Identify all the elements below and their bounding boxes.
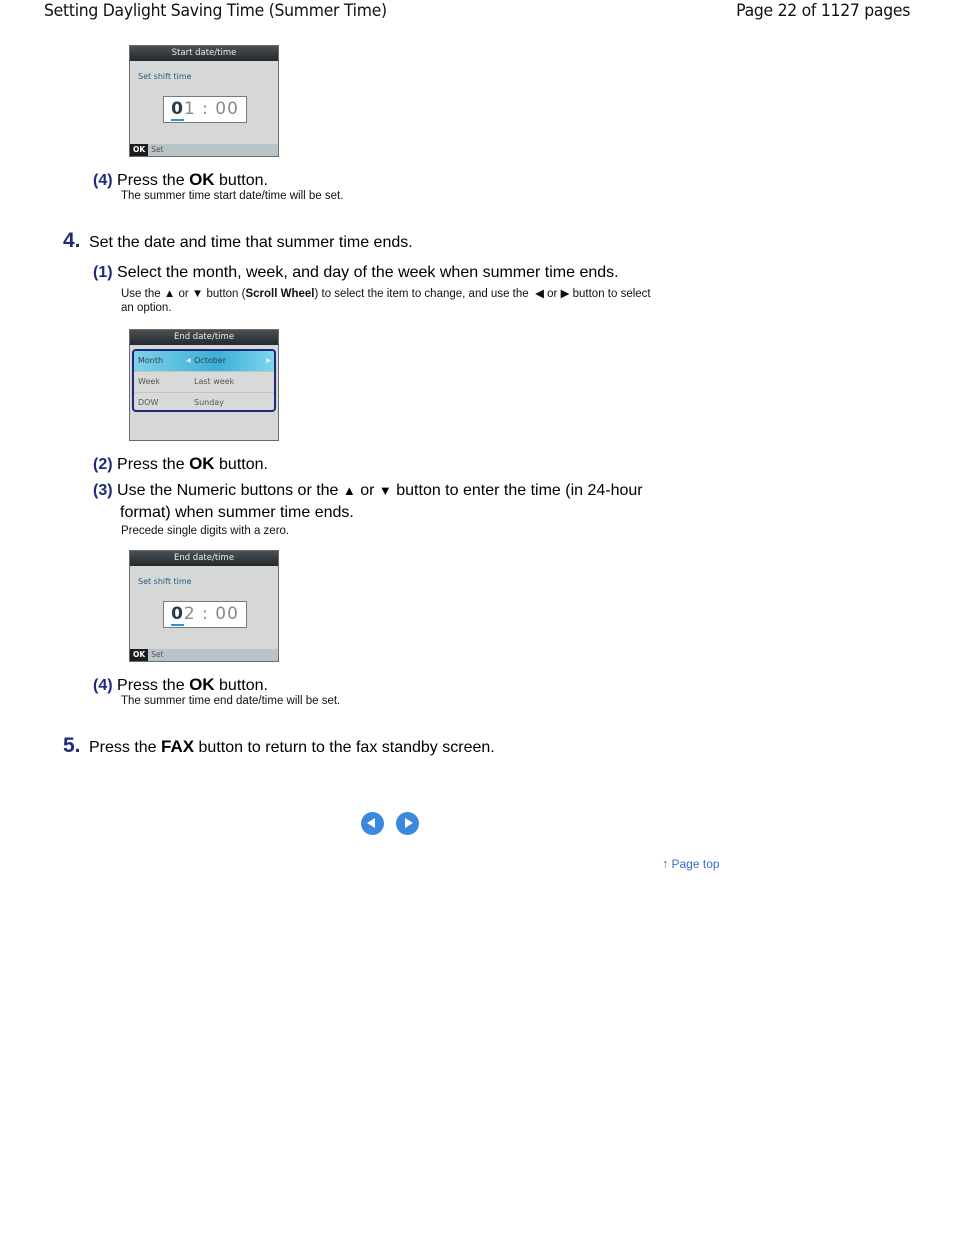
ok-key-label: OK [189, 675, 215, 694]
next-page-icon [405, 818, 413, 828]
ok-key-icon: OK [130, 144, 149, 156]
row-key: Month [138, 356, 164, 365]
down-arrow-icon: ▼ [191, 288, 204, 300]
list-item-month: Month ◀ October ▶ [134, 351, 274, 372]
row-key: DOW [138, 398, 159, 407]
time-field: 02 : 00 [163, 601, 247, 628]
substep-number: (4) [93, 677, 113, 694]
substep-number: (3) [93, 482, 113, 499]
substep-note: The summer time start date/time will be … [121, 190, 344, 202]
substep-note-cont: an option. [121, 302, 172, 314]
right-arrow-icon: ▶ [560, 288, 570, 300]
note-text: button to select [572, 288, 651, 300]
hour-cursor-digit: 0 [171, 99, 184, 121]
substep-text-end: button. [219, 172, 268, 189]
lcd-title: Start date/time [130, 46, 278, 61]
substep-text: Press the [117, 172, 185, 189]
row-value: Last week [194, 377, 235, 386]
substep-4-start: (4) Press the OK button. [93, 170, 268, 190]
substep-note: The summer time end date/time will be se… [121, 695, 341, 707]
lcd-footer: OK Set [130, 649, 278, 661]
substep-3: (3) Use the Numeric buttons or the ▲ or … [93, 482, 643, 500]
step-text-end: button to return to the fax standby scre… [198, 739, 495, 756]
time-separator: : [202, 604, 209, 624]
page-top-label[interactable]: Page top [672, 857, 720, 871]
minutes: 00 [215, 99, 239, 119]
next-page-button[interactable] [396, 812, 419, 835]
lcd-subtitle: Set shift time [138, 72, 192, 81]
substep-text: Use the Numeric buttons or the [117, 482, 339, 499]
lcd-start-time-screen: Start date/time Set shift time 01 : 00 O… [129, 45, 279, 157]
substep-note: Precede single digits with a zero. [121, 525, 290, 537]
hour-digit: 1 [183, 99, 196, 119]
time-field: 01 : 00 [163, 96, 247, 123]
substep-4-end: (4) Press the OK button. [93, 675, 268, 695]
scroll-wheel-label: Scroll Wheel [245, 288, 315, 300]
note-text: or [178, 288, 189, 300]
lcd-title: End date/time [130, 330, 278, 345]
ok-key-label: OK [189, 170, 215, 189]
note-text: Use the [121, 288, 161, 300]
page-title: Setting Daylight Saving Time (Summer Tim… [44, 1, 387, 21]
step-text: Set the date and time that summer time e… [88, 234, 413, 251]
ok-key-label: OK [189, 454, 215, 473]
lcd-subtitle: Set shift time [138, 577, 192, 586]
row-value: Sunday [194, 398, 224, 407]
previous-page-icon [367, 818, 375, 828]
lcd-footer: OK Set [130, 144, 278, 156]
substep-2: (2) Press the OK button. [93, 454, 268, 474]
setting-list: Month ◀ October ▶ Week Last week DOW Sun… [132, 349, 276, 412]
substep-text: Press the [117, 677, 185, 694]
substep-text: or [360, 482, 375, 499]
substep-number: (2) [93, 456, 113, 473]
previous-page-button[interactable] [361, 812, 384, 835]
substep-text: button to enter the time (in 24-hour [396, 482, 643, 499]
step-number: 5. [63, 734, 81, 757]
fax-key-label: FAX [161, 737, 195, 756]
lcd-end-time-screen: End date/time Set shift time 02 : 00 OK S… [129, 550, 279, 662]
substep-text: Press the [117, 456, 185, 473]
time-separator: : [202, 99, 209, 119]
up-arrow-icon: ↑ [662, 856, 669, 871]
left-arrow-icon: ◀ [535, 288, 544, 300]
note-text: ) to select the item to change, and use … [314, 288, 529, 300]
step-4: 4. Set the date and time that summer tim… [63, 229, 413, 253]
right-arrow-icon: ▶ [266, 357, 271, 364]
step-text: Press the [88, 739, 157, 756]
up-arrow-icon: ▲ [163, 288, 176, 300]
left-arrow-icon: ◀ [186, 357, 191, 364]
up-arrow-icon: ▲ [342, 483, 356, 498]
lcd-title: End date/time [130, 551, 278, 566]
ok-key-icon: OK [130, 649, 149, 661]
note-text: button ( [206, 288, 246, 300]
hour-digit: 2 [183, 604, 196, 624]
substep-text-end: button. [219, 456, 268, 473]
substep-text: Select the month, week, and day of the w… [117, 264, 619, 281]
substep-3-cont: format) when summer time ends. [120, 504, 354, 521]
down-arrow-icon: ▼ [378, 483, 392, 498]
minutes: 00 [215, 604, 239, 624]
note-text: or [547, 288, 558, 300]
step-number: 4. [63, 229, 81, 252]
substep-number: (4) [93, 172, 113, 189]
list-item-week: Week Last week [134, 372, 274, 393]
page-counter: Page 22 of 1127 pages [736, 1, 910, 21]
row-key: Week [138, 377, 160, 386]
list-item-dow: DOW Sunday [134, 393, 274, 410]
row-value: October [194, 356, 227, 365]
lcd-end-list-screen: End date/time Month ◀ October ▶ Week Las… [129, 329, 279, 441]
hour-cursor-digit: 0 [171, 604, 184, 626]
substep-1: (1) Select the month, week, and day of t… [93, 264, 619, 282]
page-top-link[interactable]: ↑ Page top [662, 856, 720, 871]
step-5: 5. Press the FAX button to return to the… [63, 734, 495, 758]
ok-label: Set [151, 145, 164, 154]
substep-number: (1) [93, 264, 113, 281]
substep-text-end: button. [219, 677, 268, 694]
ok-label: Set [151, 650, 164, 659]
substep-note: Use the ▲ or ▼ button (Scroll Wheel) to … [121, 286, 651, 300]
